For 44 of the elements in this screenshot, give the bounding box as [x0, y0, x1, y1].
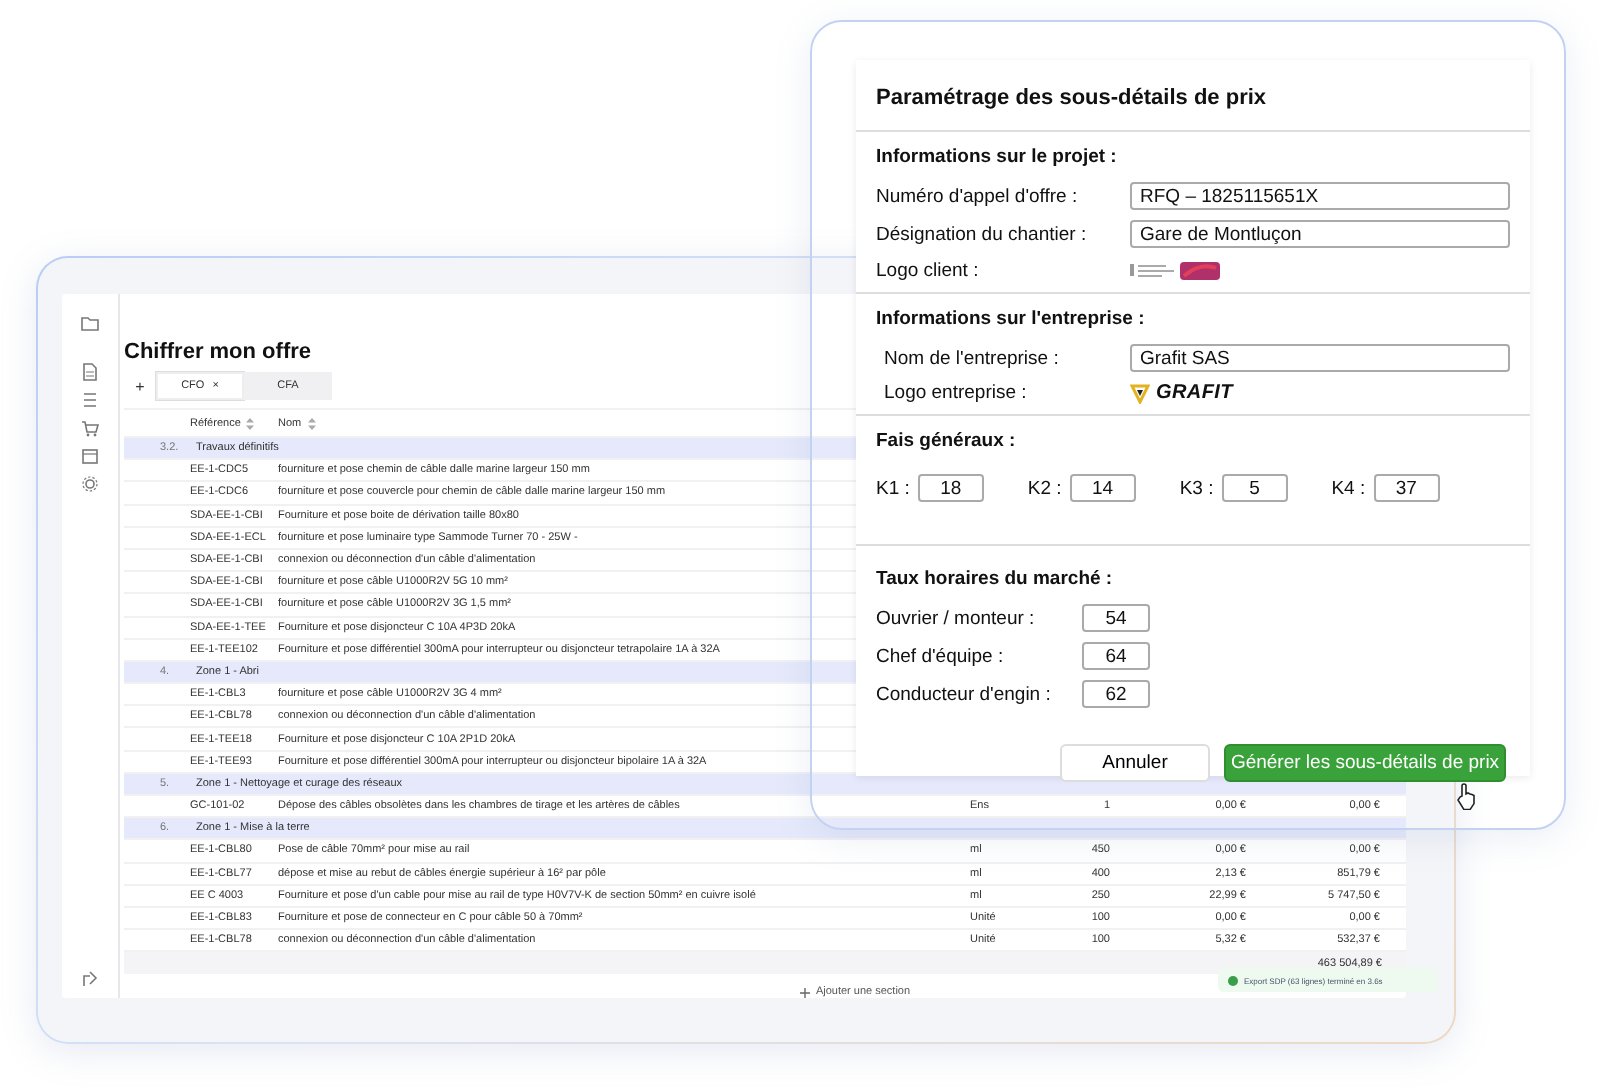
- calendar-icon[interactable]: [80, 446, 100, 466]
- cancel-button[interactable]: Annuler: [1060, 744, 1210, 782]
- field-label: Numéro d'appel d'offre :: [876, 185, 1080, 207]
- hand-cursor-icon: [1454, 782, 1478, 810]
- section-heading: Informations sur l'entreprise :: [876, 308, 1147, 330]
- plus-icon: [799, 987, 810, 998]
- field-label: Nom de l'entreprise :: [884, 347, 1061, 369]
- export-icon[interactable]: [80, 970, 100, 990]
- check-icon: [1228, 975, 1238, 985]
- client-logo-drawing: [1130, 258, 1222, 282]
- number-field[interactable]: 5: [1221, 474, 1288, 502]
- text-field[interactable]: Grafit SAS: [1130, 344, 1510, 372]
- section-heading: Taux horaires du marché :: [876, 568, 1115, 590]
- field-label: Conducteur d'engin :: [876, 683, 1053, 705]
- field-label: K2 :: [1027, 477, 1062, 499]
- field-label: Désignation du chantier :: [876, 223, 1089, 245]
- number-field[interactable]: 64: [1082, 642, 1150, 670]
- number-field[interactable]: 62: [1082, 680, 1150, 708]
- settings-icon[interactable]: [80, 474, 100, 494]
- field-label: Logo client :: [876, 259, 981, 281]
- number-field[interactable]: 54: [1082, 604, 1150, 632]
- shield-icon: [1130, 383, 1150, 403]
- field-label: K1 :: [876, 477, 910, 499]
- number-field[interactable]: 14: [1069, 474, 1136, 502]
- field-label: K3 :: [1179, 477, 1214, 499]
- field-label: Chef d'équipe :: [876, 645, 1006, 667]
- text-field[interactable]: Gare de Montluçon: [1130, 220, 1510, 248]
- field-label: Logo entreprise :: [884, 382, 1029, 404]
- number-field[interactable]: 18: [917, 474, 984, 502]
- cart-icon[interactable]: [80, 418, 100, 438]
- folder-icon[interactable]: [80, 314, 100, 334]
- field-label: K4 :: [1331, 477, 1366, 499]
- dialog-title: Paramétrage des sous-détails de prix: [856, 60, 1530, 132]
- sort-icon[interactable]: [307, 417, 316, 429]
- section-heading: Informations sur le projet :: [876, 146, 1119, 168]
- page-title: Chiffrer mon offre: [124, 340, 311, 364]
- field-label: Ouvrier / monteur :: [876, 607, 1037, 629]
- add-tab-button[interactable]: +: [124, 372, 156, 400]
- company-logo-text: GRAFIT: [1156, 382, 1233, 404]
- text-field[interactable]: RFQ – 1825115651X: [1130, 182, 1510, 210]
- sort-icon[interactable]: [246, 417, 255, 429]
- list-icon[interactable]: [80, 390, 100, 410]
- document-icon[interactable]: [80, 362, 100, 382]
- number-field[interactable]: 37: [1373, 474, 1440, 502]
